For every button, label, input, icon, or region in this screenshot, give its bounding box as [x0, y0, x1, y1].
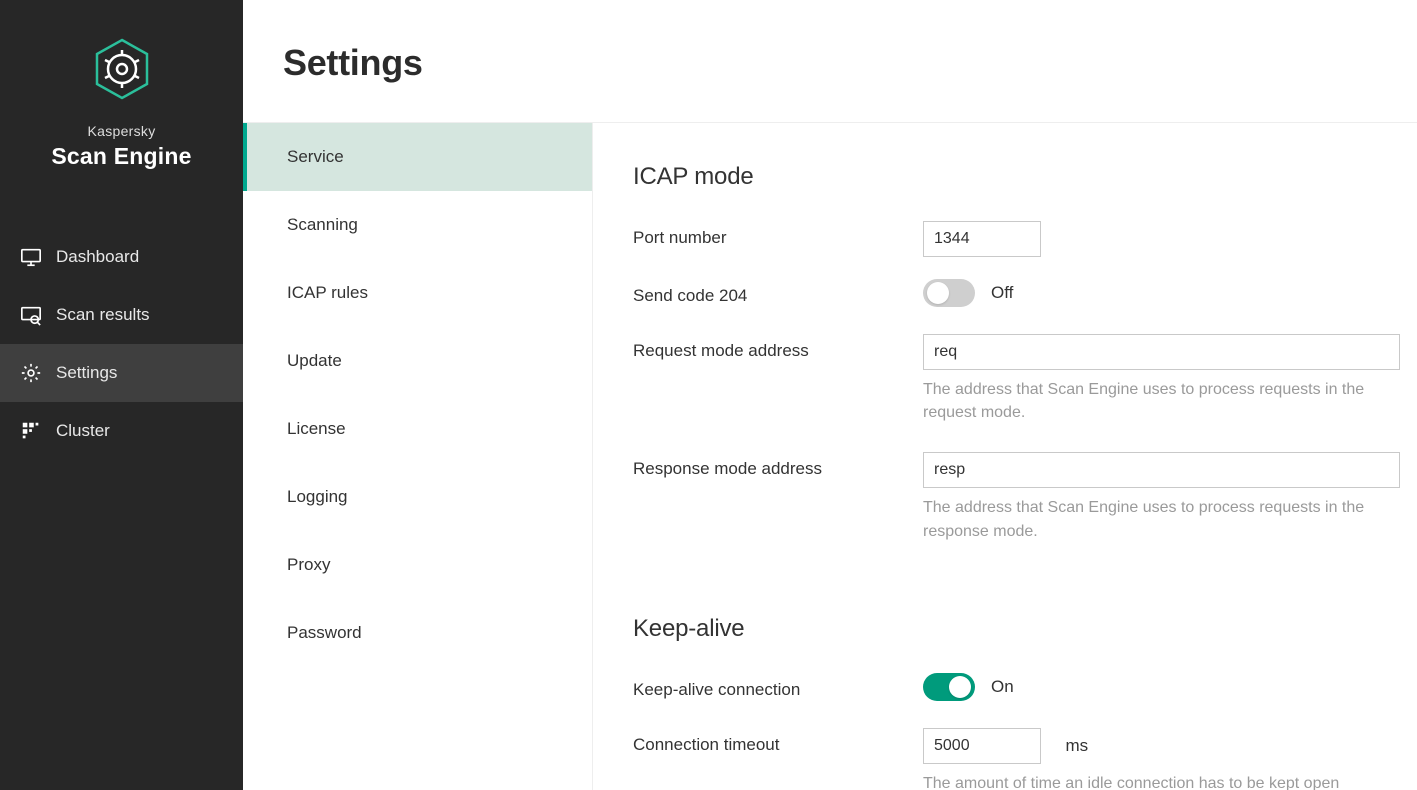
field-port-number: Port number: [633, 221, 1400, 257]
nav-dashboard[interactable]: Dashboard: [0, 228, 243, 286]
subnav-proxy[interactable]: Proxy: [243, 531, 592, 599]
send-204-toggle[interactable]: Off: [923, 279, 1013, 307]
field-response-address: Response mode address: [633, 452, 1400, 488]
request-address-help: The address that Scan Engine uses to pro…: [923, 378, 1400, 424]
connection-timeout-unit: ms: [1065, 736, 1088, 755]
sidebar: Kaspersky Scan Engine Dashboard Scan res…: [0, 0, 243, 790]
subnav-logging[interactable]: Logging: [243, 463, 592, 531]
connection-timeout-input[interactable]: [923, 728, 1041, 764]
subnav-scanning[interactable]: Scanning: [243, 191, 592, 259]
brand-logo-icon: [94, 38, 150, 105]
toggle-track: [923, 673, 975, 701]
response-address-label: Response mode address: [633, 452, 923, 479]
subnav-license[interactable]: License: [243, 395, 592, 463]
toggle-knob: [927, 282, 949, 304]
page: Settings Service Scanning ICAP rules Upd…: [243, 0, 1417, 790]
nav-label: Settings: [56, 363, 117, 383]
nav-label: Scan results: [56, 305, 150, 325]
field-send-code-204: Send code 204 Off: [633, 279, 1400, 312]
keepalive-connection-toggle[interactable]: On: [923, 673, 1014, 701]
send-204-label: Send code 204: [633, 279, 923, 306]
nav-label: Cluster: [56, 421, 110, 441]
field-request-address: Request mode address: [633, 334, 1400, 370]
brand-subtitle: Kaspersky: [0, 123, 243, 139]
send-204-state: Off: [991, 283, 1013, 303]
brand-title: Scan Engine: [0, 143, 243, 170]
monitor-icon: [20, 246, 42, 268]
page-header: Settings: [243, 0, 1417, 123]
gear-icon: [20, 362, 42, 384]
nav-label: Dashboard: [56, 247, 139, 267]
settings-content: ICAP mode Port number Send code 204 Off …: [593, 123, 1417, 790]
section-title-icap: ICAP mode: [633, 163, 1400, 191]
subnav-service[interactable]: Service: [243, 123, 592, 191]
port-number-label: Port number: [633, 221, 923, 248]
connection-timeout-label: Connection timeout: [633, 728, 923, 755]
toggle-knob: [949, 676, 971, 698]
connection-timeout-help: The amount of time an idle connection ha…: [923, 772, 1400, 790]
nav-cluster[interactable]: Cluster: [0, 402, 243, 460]
brand-block: Kaspersky Scan Engine: [0, 0, 243, 200]
section-title-keepalive: Keep-alive: [633, 615, 1400, 643]
response-address-help: The address that Scan Engine uses to pro…: [923, 496, 1400, 542]
nav-scan-results[interactable]: Scan results: [0, 286, 243, 344]
request-address-label: Request mode address: [633, 334, 923, 361]
subnav-icap-rules[interactable]: ICAP rules: [243, 259, 592, 327]
page-title: Settings: [283, 42, 1417, 84]
main-nav: Dashboard Scan results Settings: [0, 228, 243, 460]
field-keepalive-connection: Keep-alive connection On: [633, 673, 1400, 706]
cluster-icon: [20, 420, 42, 442]
keepalive-connection-label: Keep-alive connection: [633, 673, 923, 700]
port-number-input[interactable]: [923, 221, 1041, 257]
request-address-input[interactable]: [923, 334, 1400, 370]
scan-results-icon: [20, 304, 42, 326]
page-body: Service Scanning ICAP rules Update Licen…: [243, 123, 1417, 790]
subnav-password[interactable]: Password: [243, 599, 592, 667]
settings-subnav: Service Scanning ICAP rules Update Licen…: [243, 123, 593, 790]
field-connection-timeout: Connection timeout ms: [633, 728, 1400, 764]
response-address-input[interactable]: [923, 452, 1400, 488]
keepalive-connection-state: On: [991, 677, 1014, 697]
nav-settings[interactable]: Settings: [0, 344, 243, 402]
toggle-track: [923, 279, 975, 307]
subnav-update[interactable]: Update: [243, 327, 592, 395]
